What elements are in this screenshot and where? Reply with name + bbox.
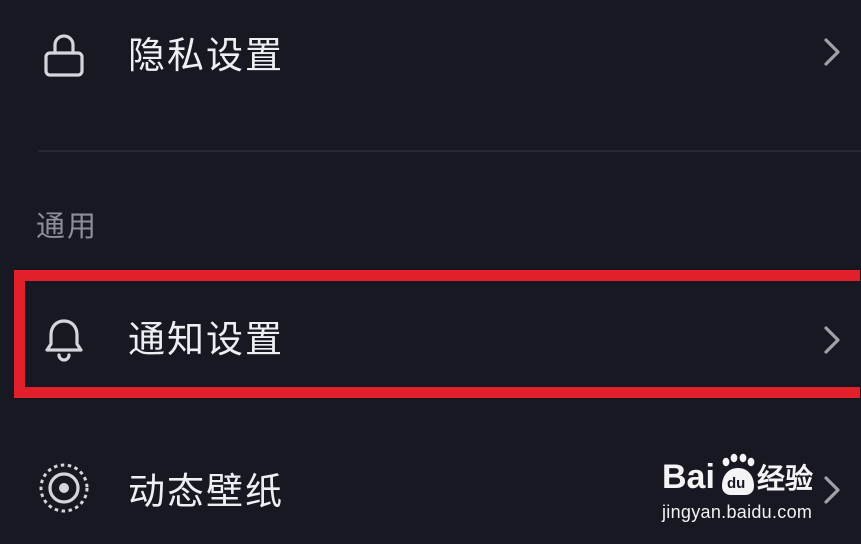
settings-item-live-wallpaper[interactable]: 动态壁纸: [0, 440, 861, 544]
chevron-right-icon: [818, 470, 846, 510]
chevron-right-icon: [818, 320, 846, 360]
settings-item-label: 动态壁纸: [128, 470, 284, 513]
settings-item-privacy[interactable]: 隐私设置: [0, 0, 861, 110]
settings-item-label: 通知设置: [128, 318, 284, 361]
chevron-right-icon: [818, 32, 846, 72]
settings-item-notifications[interactable]: 通知设置: [0, 268, 861, 410]
bell-icon: [36, 311, 92, 367]
settings-item-label: 隐私设置: [128, 34, 284, 77]
lock-icon: [36, 26, 92, 82]
section-header-general: 通用: [36, 209, 99, 243]
divider: [38, 150, 861, 152]
live-wallpaper-icon: [36, 460, 92, 516]
